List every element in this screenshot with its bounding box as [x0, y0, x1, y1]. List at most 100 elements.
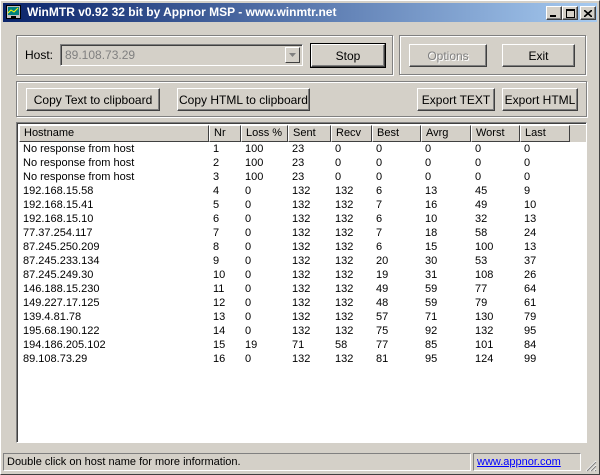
cell-best: 6: [376, 241, 383, 253]
cell-nr: 5: [213, 199, 220, 211]
table-row[interactable]: 87.245.233.134 9 0 132 132 20 30 53 37: [19, 254, 586, 268]
cell-sent: 132: [292, 353, 311, 365]
cell-avrg: 30: [425, 255, 438, 267]
cell-best: 6: [376, 185, 383, 197]
options-button-label: Options: [427, 48, 469, 63]
column-header-recv[interactable]: Recv: [331, 125, 372, 142]
table-row[interactable]: 195.68.190.122 14 0 132 132 75 92 132 95: [19, 324, 586, 338]
cell-last: 79: [524, 311, 537, 323]
cell-sent: 132: [292, 297, 311, 309]
cell-best: 7: [376, 227, 383, 239]
column-header-loss[interactable]: Loss %: [241, 125, 288, 142]
cell-recv: 132: [335, 185, 354, 197]
options-button[interactable]: Options: [409, 44, 487, 67]
cell-worst: 124: [475, 353, 494, 365]
cell-sent: 132: [292, 199, 311, 211]
cell-last: 0: [524, 171, 531, 183]
cell-hostname: 77.37.254.117: [23, 227, 93, 239]
table-row[interactable]: No response from host 1 100 23 0 0 0 0 0: [19, 142, 586, 156]
column-header-sent[interactable]: Sent: [288, 125, 331, 142]
cell-recv: 0: [335, 157, 342, 169]
table-header: Hostname Nr Loss % Sent Recv Best Avrg Worst Las…: [19, 125, 586, 142]
chevron-down-icon: [289, 53, 296, 57]
cell-nr: 14: [213, 325, 226, 337]
table-row[interactable]: 87.245.250.209 8 0 132 132 6 15 100 13: [19, 240, 586, 254]
column-header-best[interactable]: Best: [372, 125, 421, 142]
cell-best: 48: [376, 297, 389, 309]
cell-worst: 101: [475, 339, 494, 351]
cell-loss: 100: [245, 171, 264, 183]
winmtr-window: WinMTR v0.92 32 bit by Appnor MSP - www.…: [0, 0, 600, 475]
status-message: Double click on host name for more infor…: [3, 453, 471, 471]
exit-button[interactable]: Exit: [502, 44, 575, 67]
table-row[interactable]: 194.186.205.102 15 19 71 58 77 85 101 84: [19, 338, 586, 352]
column-header-worst[interactable]: Worst: [471, 125, 520, 142]
cell-recv: 132: [335, 255, 354, 267]
cell-hostname: No response from host: [23, 171, 135, 183]
export-html-button[interactable]: Export HTML: [502, 88, 578, 111]
cell-worst: 132: [475, 325, 494, 337]
table-row[interactable]: 139.4.81.78 13 0 132 132 57 71 130 79: [19, 310, 586, 324]
title-bar[interactable]: WinMTR v0.92 32 bit by Appnor MSP - www.…: [3, 3, 597, 22]
export-group: Copy Text to clipboard Copy HTML to clip…: [16, 81, 587, 117]
cell-best: 0: [376, 171, 383, 183]
window-title: WinMTR v0.92 32 bit by Appnor MSP - www.…: [27, 5, 337, 19]
cell-nr: 16: [213, 353, 226, 365]
cell-hostname: 89.108.73.29: [23, 353, 88, 365]
cell-loss: 100: [245, 143, 264, 155]
appnor-link[interactable]: www.appnor.com: [477, 456, 561, 468]
cell-recv: 132: [335, 353, 354, 365]
copy-text-button[interactable]: Copy Text to clipboard: [26, 88, 160, 111]
cell-loss: 0: [245, 185, 252, 197]
cell-avrg: 0: [425, 171, 432, 183]
trace-table[interactable]: Hostname Nr Loss % Sent Recv Best Avrg Worst Las…: [16, 122, 587, 443]
cell-hostname: 192.168.15.41: [23, 199, 94, 211]
cell-best: 49: [376, 283, 389, 295]
host-combo[interactable]: 89.108.73.29: [60, 44, 303, 66]
cell-worst: 108: [475, 269, 494, 281]
cell-worst: 45: [475, 185, 488, 197]
table-row[interactable]: 89.108.73.29 16 0 132 132 81 95 124 99: [19, 352, 586, 366]
export-text-button[interactable]: Export TEXT: [417, 88, 495, 111]
table-row[interactable]: 192.168.15.41 5 0 132 132 7 16 49 10: [19, 198, 586, 212]
minimize-button[interactable]: [546, 6, 562, 20]
host-label: Host:: [25, 48, 54, 62]
host-dropdown-button[interactable]: [285, 47, 300, 63]
table-row[interactable]: No response from host 2 100 23 0 0 0 0 0: [19, 156, 586, 170]
cell-last: 26: [524, 269, 537, 281]
cell-hostname: No response from host: [23, 143, 135, 155]
cell-avrg: 13: [425, 185, 438, 197]
table-row[interactable]: No response from host 3 100 23 0 0 0 0 0: [19, 170, 586, 184]
cell-best: 75: [376, 325, 389, 337]
resize-grip-icon[interactable]: [583, 458, 597, 472]
copy-html-button[interactable]: Copy HTML to clipboard: [177, 88, 310, 111]
table-row[interactable]: 149.227.17.125 12 0 132 132 48 59 79 61: [19, 296, 586, 310]
table-row[interactable]: 192.168.15.58 4 0 132 132 6 13 45 9: [19, 184, 586, 198]
host-group: Host: 89.108.73.29 Stop: [16, 35, 393, 75]
cell-worst: 130: [475, 311, 494, 323]
cell-worst: 0: [475, 171, 482, 183]
cell-last: 37: [524, 255, 537, 267]
column-header-nr[interactable]: Nr: [209, 125, 241, 142]
close-button[interactable]: [580, 6, 596, 20]
cell-sent: 132: [292, 255, 311, 267]
maximize-button[interactable]: [562, 6, 578, 20]
cell-sent: 132: [292, 269, 311, 281]
table-row[interactable]: 146.188.15.230 11 0 132 132 49 59 77 64: [19, 282, 586, 296]
column-header-last[interactable]: Last: [520, 125, 570, 142]
table-row[interactable]: 77.37.254.117 7 0 132 132 7 18 58 24: [19, 226, 586, 240]
stop-button[interactable]: Stop: [310, 43, 386, 68]
cell-hostname: 87.245.250.209: [23, 241, 100, 253]
column-header-hostname[interactable]: Hostname: [19, 125, 209, 142]
cell-hostname: 149.227.17.125: [23, 297, 100, 309]
cell-worst: 53: [475, 255, 488, 267]
table-row[interactable]: 87.245.249.30 10 0 132 132 19 31 108 26: [19, 268, 586, 282]
table-body[interactable]: No response from host 1 100 23 0 0 0 0 0 No respo…: [19, 142, 586, 366]
cell-loss: 0: [245, 353, 252, 365]
cell-avrg: 15: [425, 241, 438, 253]
table-row[interactable]: 192.168.15.10 6 0 132 132 6 10 32 13: [19, 212, 586, 226]
cell-nr: 10: [213, 269, 226, 281]
cell-sent: 132: [292, 241, 311, 253]
column-header-avrg[interactable]: Avrg: [421, 125, 471, 142]
cell-recv: 0: [335, 143, 342, 155]
